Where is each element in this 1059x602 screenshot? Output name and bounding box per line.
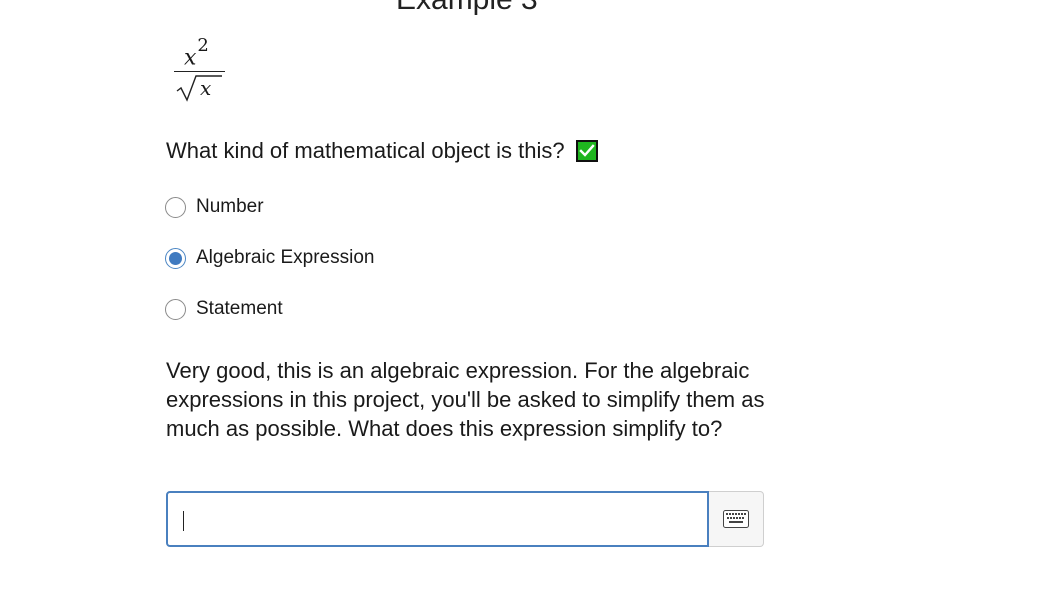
numerator-base: x [184, 45, 197, 71]
fraction-bar [174, 71, 225, 72]
check-icon [575, 140, 598, 162]
example-heading: Example 3 [396, 0, 538, 18]
numerator: x2 [184, 35, 209, 71]
option-number[interactable]: Number [165, 196, 264, 218]
radio-statement[interactable] [165, 298, 186, 320]
question-text: What kind of mathematical object is this… [166, 138, 565, 163]
numerator-exponent: 2 [197, 35, 209, 56]
question: What kind of mathematical object is this… [166, 137, 598, 165]
denominator: x [176, 74, 224, 102]
option-statement[interactable]: Statement [165, 298, 283, 320]
answer-input[interactable] [166, 491, 709, 547]
page: Example 3 x2 x What kind of mathematical… [0, 0, 1059, 602]
math-expression: x2 x [172, 30, 226, 102]
radio-algebraic-expression[interactable] [165, 247, 186, 269]
option-label: Statement [196, 298, 283, 319]
keyboard-button[interactable] [709, 491, 764, 547]
text-caret [183, 511, 184, 531]
radicand: x [200, 76, 212, 100]
option-label: Number [196, 196, 264, 217]
keyboard-icon [723, 510, 749, 528]
radio-number[interactable] [165, 196, 186, 218]
feedback-text: Very good, this is an algebraic expressi… [166, 358, 765, 441]
option-label: Algebraic Expression [196, 247, 375, 268]
answer-field [166, 491, 764, 547]
option-algebraic-expression[interactable]: Algebraic Expression [165, 247, 374, 269]
